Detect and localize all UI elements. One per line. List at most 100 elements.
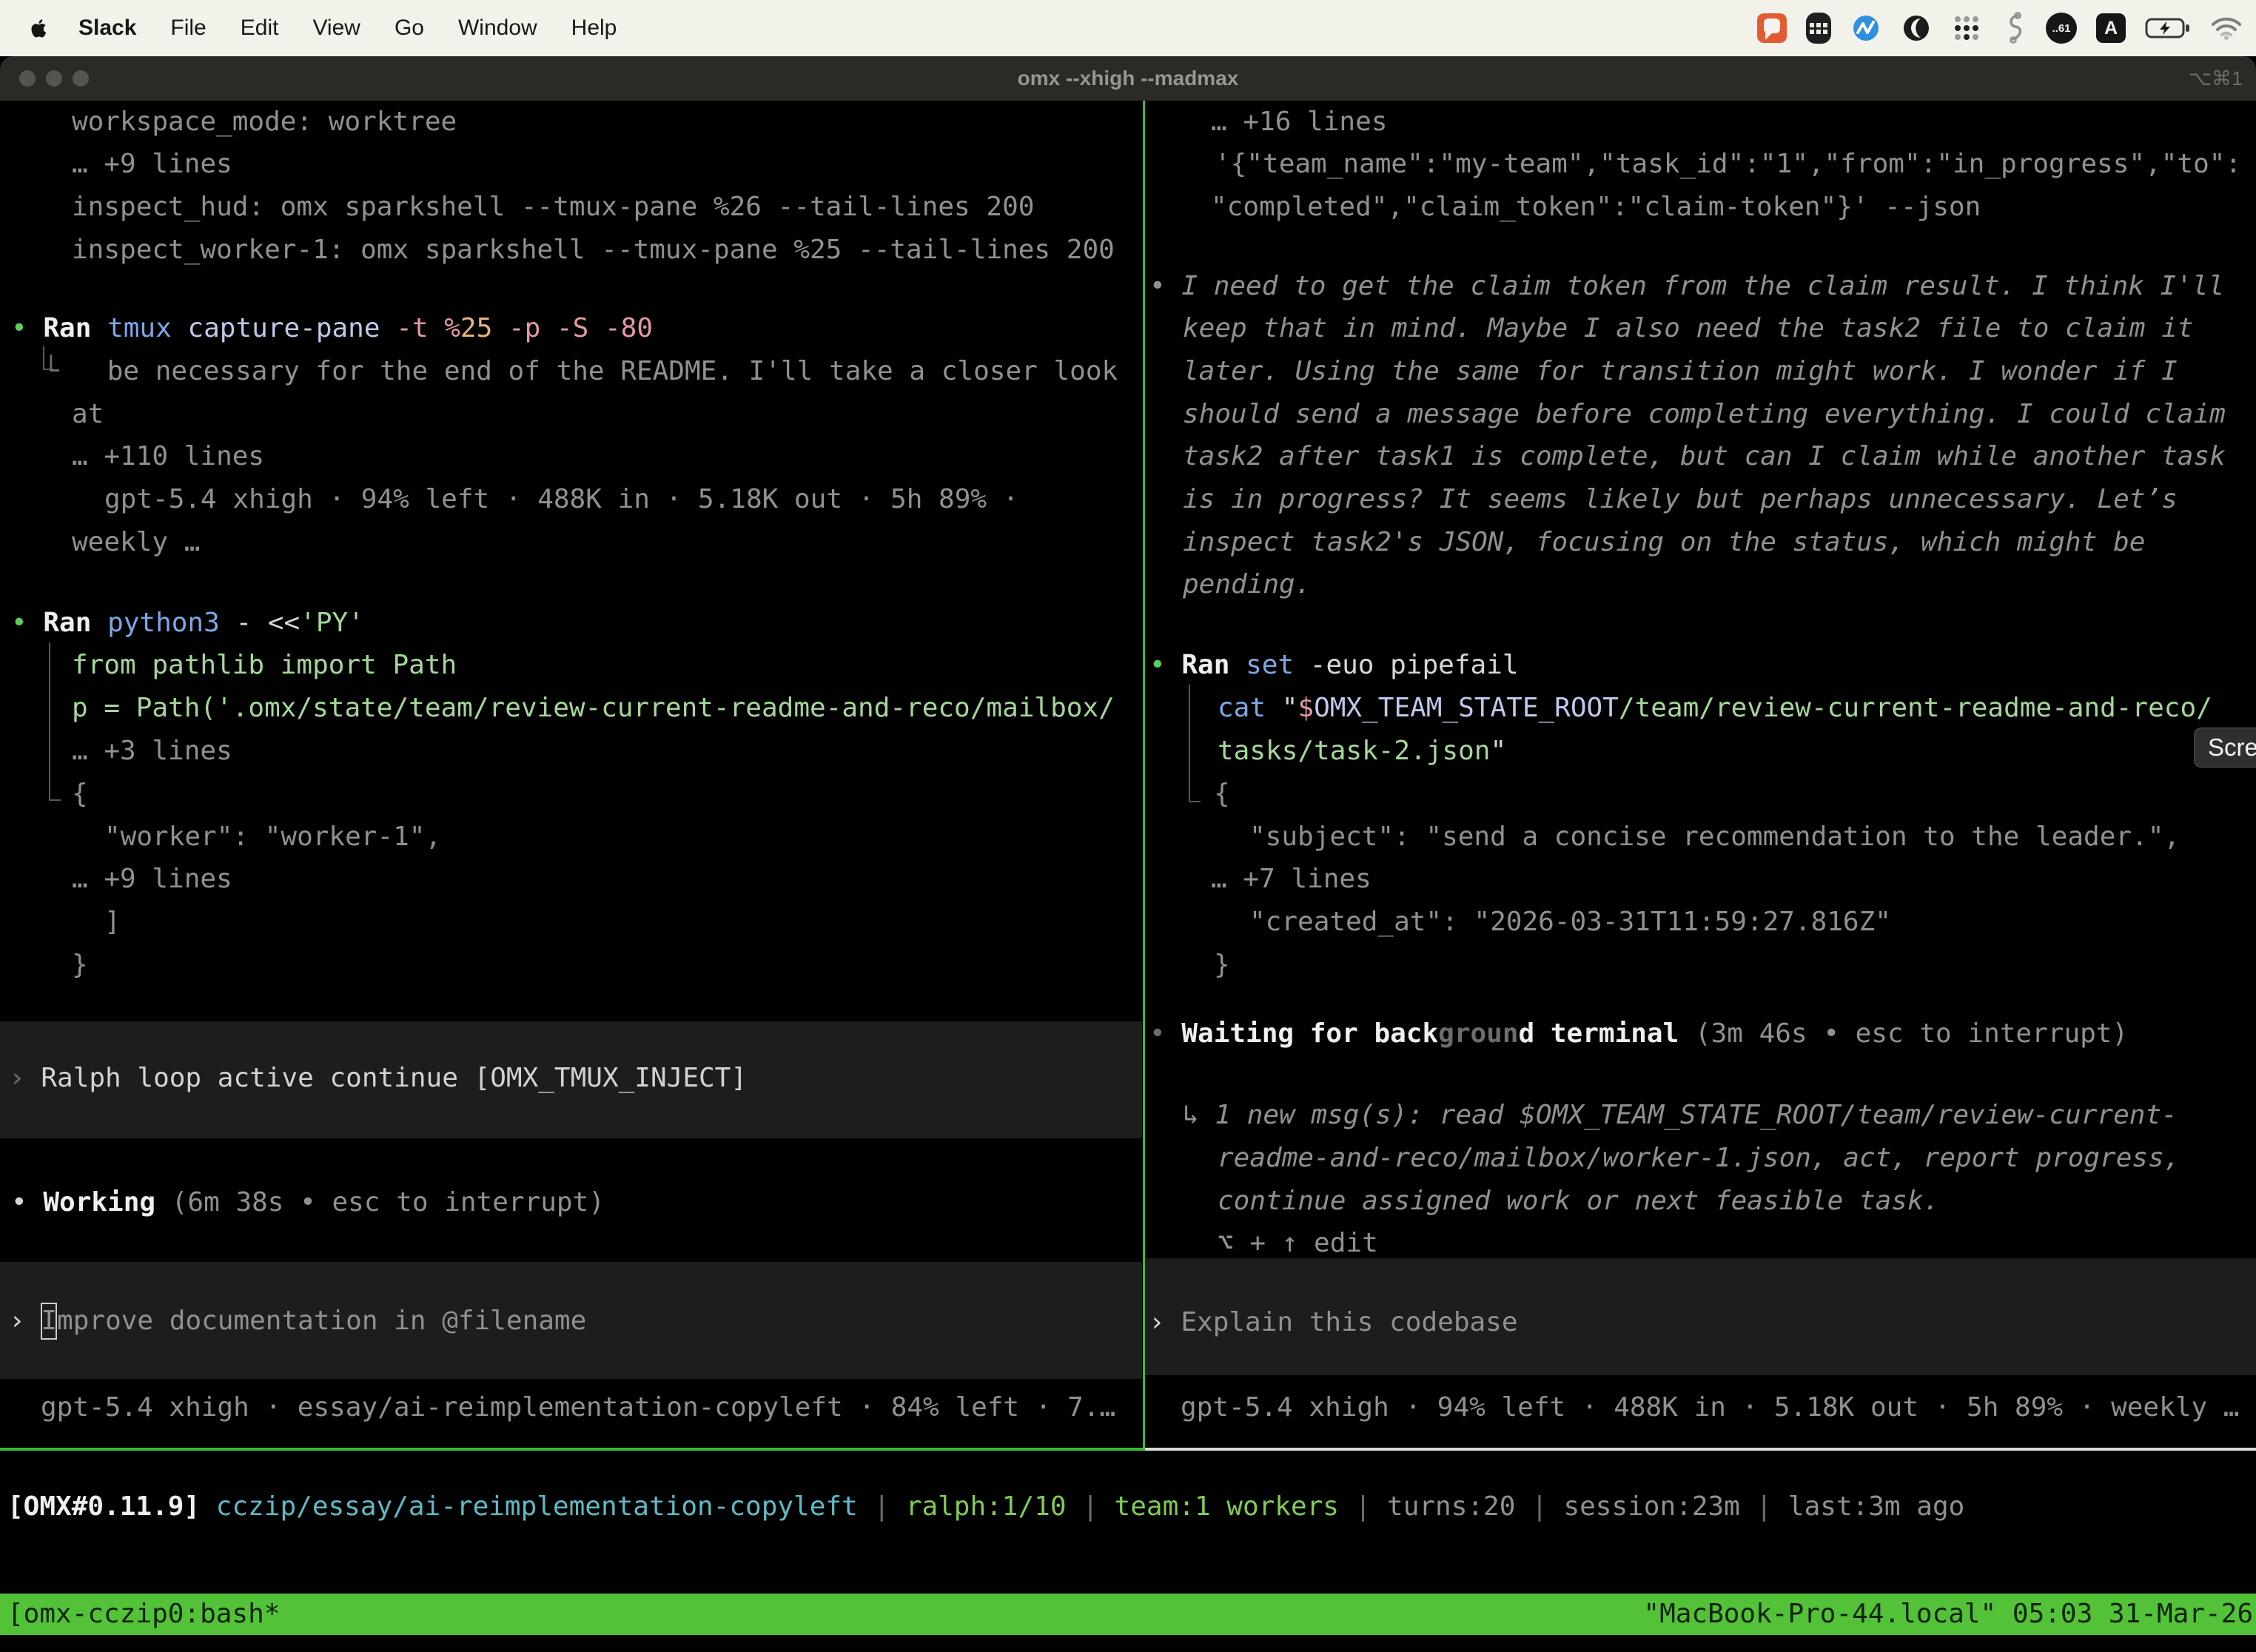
right-pane-bottom-border bbox=[1145, 1448, 2256, 1451]
text-segment: capture-pane bbox=[187, 313, 396, 343]
thinking-line: task2 after task1 is complete, but can I… bbox=[1183, 438, 2226, 475]
text-segment: -t bbox=[396, 313, 444, 343]
mailbox-message-line: ↳ 1 new msg(s): read $OMX_TEAM_STATE_ROO… bbox=[1183, 1097, 2178, 1134]
text-segment: at bbox=[72, 399, 104, 429]
shield-grid-icon[interactable] bbox=[1806, 13, 1831, 44]
status-segment: | bbox=[1339, 1491, 1387, 1522]
collapsed-lines-indicator: … +9 lines bbox=[72, 861, 232, 898]
crystal-icon[interactable] bbox=[1850, 13, 1881, 44]
prompt-input-right[interactable]: › Explain this codebase bbox=[1149, 1304, 1518, 1341]
menu-window[interactable]: Window bbox=[458, 16, 537, 41]
text-segment: is in progress? It seems likely but perh… bbox=[1183, 484, 2178, 514]
text-segment: Ran bbox=[1181, 650, 1246, 680]
text-segment: continue assigned work or next feasible … bbox=[1218, 1186, 1939, 1216]
text-segment: Ralph loop active continue [OMX_TMUX_INJ… bbox=[41, 1063, 747, 1093]
mailbox-message-line: readme-and-reco/mailbox/worker-1.json, a… bbox=[1218, 1140, 2180, 1177]
tmux-status-bar[interactable]: [omx-cczip0:bash* "MacBook-Pro-44.local"… bbox=[0, 1594, 2256, 1635]
code-line: tasks/task-2.json" bbox=[1218, 733, 1506, 770]
menu-slack[interactable]: Slack bbox=[78, 16, 136, 41]
text-segment: • bbox=[11, 313, 43, 343]
text-segment: └ bbox=[43, 356, 59, 386]
input-source-icon[interactable]: A bbox=[2096, 13, 2126, 43]
session-duration: session:23m bbox=[1563, 1491, 1739, 1522]
thinking-line: keep that in mind. Maybe I also need the… bbox=[1183, 310, 2193, 347]
text-segment: I bbox=[41, 1303, 57, 1340]
command-output-line: at bbox=[72, 396, 104, 433]
text-segment: weekly … bbox=[72, 527, 200, 557]
command-output-line: ] bbox=[104, 904, 121, 941]
command-output-line: weekly … bbox=[72, 524, 200, 561]
text-segment: … +16 lines bbox=[1211, 107, 1387, 137]
text-segment: (3m 46s • esc to interrupt) bbox=[1679, 1018, 2128, 1049]
screen-tooltip: Scre bbox=[2194, 728, 2256, 768]
edit-hint-line: ⌥ + ↑ edit bbox=[1218, 1225, 1378, 1262]
command-output-line: gpt-5.4 xhigh · 94% left · 488K in · 5.1… bbox=[104, 481, 1018, 518]
omx-version: [OMX#0.11.9] bbox=[7, 1491, 200, 1522]
terminal-output-line: "completed","claim_token":"claim-token"}… bbox=[1211, 189, 1981, 226]
text-segment: pending. bbox=[1183, 569, 1311, 600]
tmux-session-window: [omx-cczip0:bash* bbox=[7, 1594, 280, 1635]
status-segment: | bbox=[858, 1491, 906, 1522]
text-segment: inspect task2's JSON, focusing on the st… bbox=[1183, 527, 2145, 557]
left-pane-bottom-border bbox=[0, 1448, 1145, 1451]
squiggle-icon[interactable] bbox=[2001, 12, 2027, 44]
window-title-bar: omx --xhigh --madmax ⌥⌘1 bbox=[0, 56, 2256, 101]
text-segment: } bbox=[72, 950, 88, 980]
battery-icon[interactable] bbox=[2145, 16, 2191, 40]
menu-help[interactable]: Help bbox=[571, 16, 617, 41]
omx-status-line: [OMX#0.11.9] cczip/essay/ai-reimplementa… bbox=[7, 1488, 1964, 1525]
text-segment: • bbox=[1149, 271, 1181, 301]
text-segment: … +9 lines bbox=[72, 864, 232, 894]
text-segment: gpt-5.4 xhigh · 94% left · 488K in · 5.1… bbox=[1181, 1392, 2239, 1423]
text-segment: "subject": "send a concise recommendatio… bbox=[1249, 822, 2180, 852]
text-segment: ] bbox=[104, 907, 121, 937]
text-segment: -p -S -80 bbox=[492, 313, 653, 343]
command-output-line: "created_at": "2026-03-31T11:59:27.816Z" bbox=[1249, 904, 1891, 941]
status-segment: | bbox=[1067, 1491, 1115, 1522]
text-segment: Working bbox=[43, 1187, 155, 1218]
text-segment: › bbox=[1149, 1307, 1181, 1337]
text-segment: ⌥ + ↑ edit bbox=[1218, 1228, 1378, 1258]
text-segment: • bbox=[1149, 650, 1181, 680]
text-segment: python3 bbox=[107, 608, 235, 638]
text-segment: Ran bbox=[43, 608, 107, 638]
menu-go[interactable]: Go bbox=[395, 16, 424, 41]
terminal-output-line: '{"team_name":"my-team","task_id":"1","f… bbox=[1215, 146, 2241, 183]
tmux-host-clock: "MacBook-Pro-44.local" 05:03 31-Mar-26 bbox=[1643, 1594, 2253, 1635]
moon-icon[interactable] bbox=[1901, 13, 1932, 44]
menu-view[interactable]: View bbox=[312, 16, 360, 41]
terminal-output-line: inspect_hud: omx sparkshell --tmux-pane … bbox=[72, 189, 1034, 226]
text-segment: tasks/task-2.json bbox=[1218, 736, 1490, 766]
dots-grid-icon[interactable] bbox=[1951, 13, 1982, 44]
thinking-line: later. Using the same for transition mig… bbox=[1183, 353, 2178, 390]
menu-edit[interactable]: Edit bbox=[241, 16, 279, 41]
collapsed-lines-indicator: … +3 lines bbox=[72, 733, 232, 770]
text-segment: /team/review-current-readme-and-reco/ bbox=[1619, 693, 2212, 723]
menu-file[interactable]: File bbox=[170, 16, 206, 41]
prompt-input-left[interactable]: › Improve documentation in @filename bbox=[9, 1303, 586, 1340]
wifi-icon[interactable] bbox=[2210, 16, 2243, 41]
chat-app-icon[interactable] bbox=[1757, 13, 1787, 43]
text-segment: set bbox=[1246, 650, 1310, 680]
command-output-line: } bbox=[1214, 947, 1230, 984]
thinking-line: is in progress? It seems likely but perh… bbox=[1183, 481, 2178, 518]
text-segment: gpt-5.4 xhigh · 94% left · 488K in · 5.1… bbox=[104, 484, 1018, 514]
apple-menu-icon[interactable] bbox=[28, 16, 53, 41]
text-segment: be necessary for the end of the README. … bbox=[59, 356, 1118, 386]
text-segment: "worker": "worker-1", bbox=[104, 822, 441, 852]
text-segment: p = Path('.omx/state/team/review-current… bbox=[72, 693, 1115, 723]
text-segment: 25 bbox=[460, 313, 492, 343]
percent-badge-icon[interactable]: ..61 bbox=[2046, 13, 2077, 44]
ran-command-line: • Ran tmux capture-pane -t %25 -p -S -80 bbox=[11, 310, 653, 347]
working-status-line: • Working (6m 38s • esc to interrupt) bbox=[11, 1184, 605, 1221]
text-segment: should send a message before completing … bbox=[1183, 399, 2226, 429]
text-segment: • bbox=[1149, 1018, 1181, 1049]
text-segment: } bbox=[1214, 950, 1230, 980]
ralph-counter: ralph:1/10 bbox=[906, 1491, 1067, 1522]
text-segment: keep that in mind. Maybe I also need the… bbox=[1183, 313, 2193, 343]
menu-items: Slack File Edit View Go Window Help bbox=[78, 16, 617, 41]
code-line: cat "$OMX_TEAM_STATE_ROOT/team/review-cu… bbox=[1218, 690, 2212, 727]
team-workers: team:1 workers bbox=[1115, 1491, 1339, 1522]
text-segment: … +9 lines bbox=[72, 149, 232, 179]
terminal-output-line: workspace_mode: worktree bbox=[72, 104, 457, 141]
